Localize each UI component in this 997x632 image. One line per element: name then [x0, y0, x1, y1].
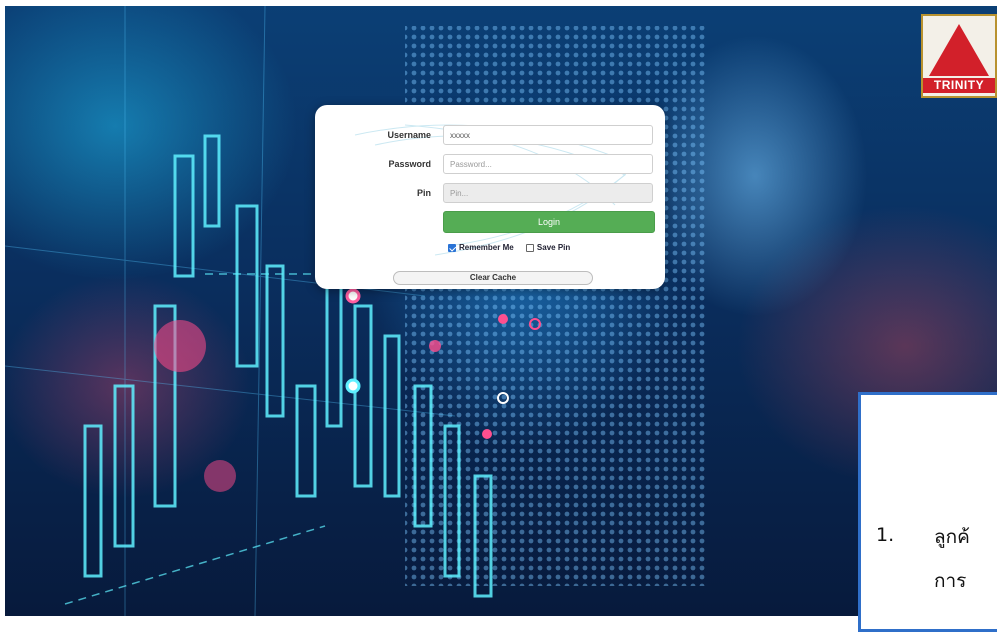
login-screen: TRINITY Username Password Pin Login Reme…	[5, 6, 997, 616]
triangle-logo-icon	[929, 24, 989, 76]
save-pin-checkbox[interactable]	[525, 244, 534, 253]
instruction-line-1: ลูกค้	[934, 526, 970, 548]
save-pin-label: Save Pin	[536, 243, 571, 253]
password-row: Password	[315, 153, 665, 175]
remember-me-label: Remember Me	[459, 243, 514, 253]
remember-me-option[interactable]: Remember Me	[448, 243, 514, 252]
login-form: Username Password Pin Login Remember Me …	[315, 105, 665, 289]
password-label: Password	[388, 159, 431, 169]
username-label: Username	[387, 130, 431, 140]
options-row: Remember Me Save Pin	[448, 243, 580, 257]
logo-text: TRINITY	[923, 78, 995, 93]
instruction-number: 1.	[876, 524, 895, 546]
username-input[interactable]	[443, 125, 653, 145]
pin-row: Pin	[315, 182, 665, 204]
pin-label: Pin	[416, 188, 431, 198]
save-pin-option[interactable]: Save Pin	[525, 243, 571, 253]
clear-cache-button[interactable]: Clear Cache	[393, 271, 593, 285]
pin-input[interactable]	[443, 183, 653, 203]
password-input[interactable]	[443, 154, 653, 174]
trinity-logo: TRINITY	[921, 14, 997, 98]
remember-me-checkbox[interactable]	[448, 244, 456, 253]
login-button[interactable]: Login	[443, 211, 655, 233]
username-row: Username	[315, 124, 665, 146]
instruction-line-2: การ	[934, 570, 967, 592]
instruction-callout	[858, 392, 997, 632]
background-chart-graphic	[5, 6, 705, 616]
